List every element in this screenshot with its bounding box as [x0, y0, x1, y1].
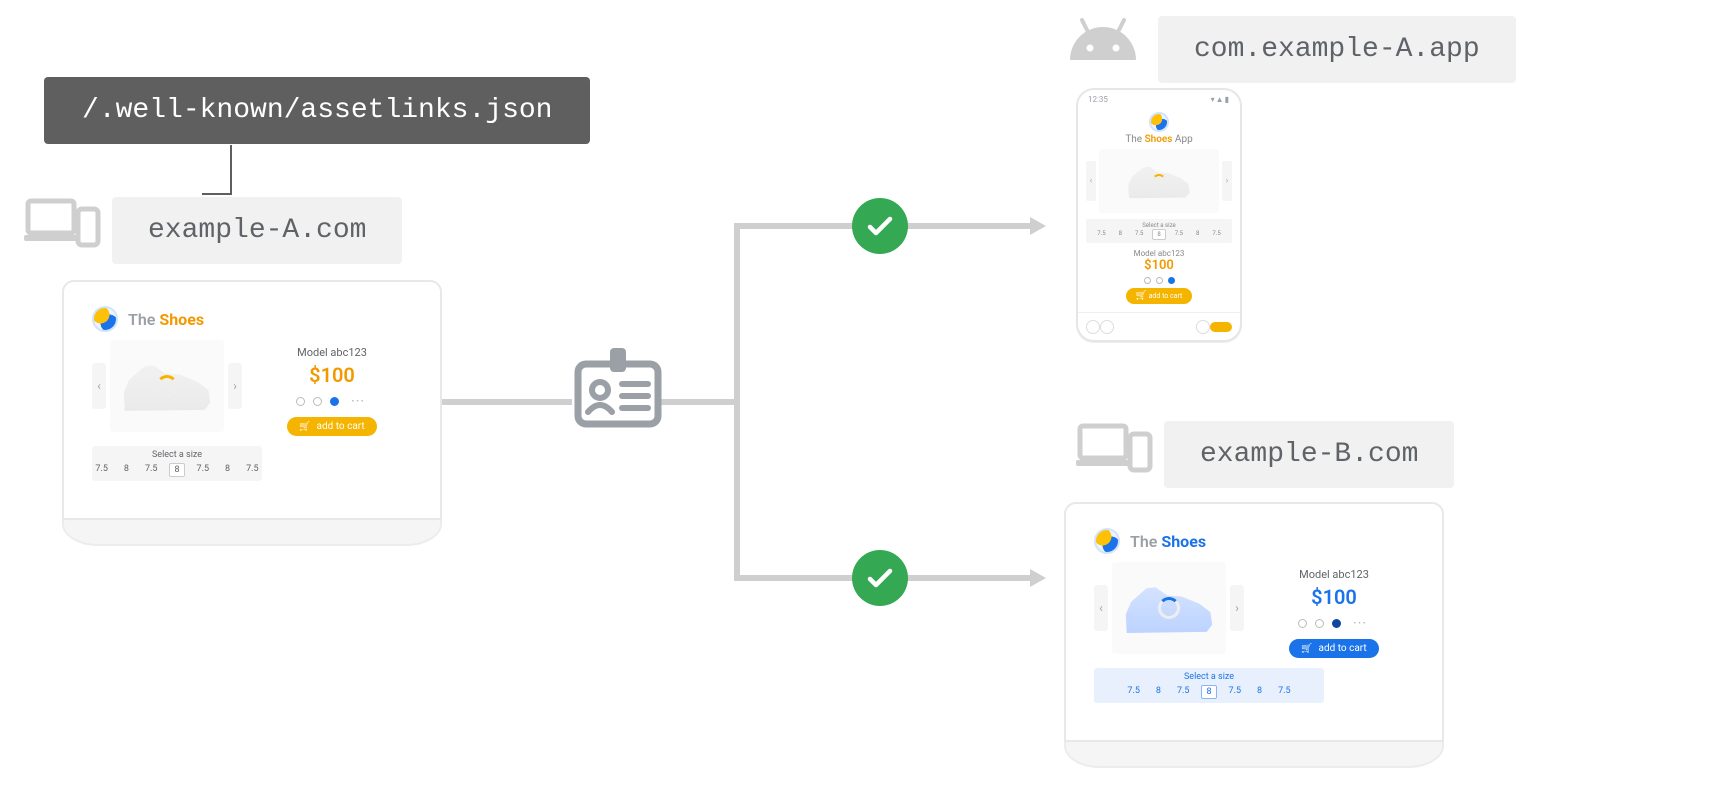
variant-dots[interactable]: ⋯	[1254, 615, 1414, 631]
loading-spinner-icon	[1158, 597, 1180, 619]
phone-bottom-nav[interactable]	[1078, 312, 1240, 340]
cart-icon	[1301, 643, 1312, 654]
product-image	[110, 340, 224, 432]
source-domain-label: example-A.com	[112, 197, 402, 264]
flow-line-trunk-right	[660, 399, 740, 405]
brand-logo-icon	[1094, 528, 1120, 554]
product-image	[1099, 149, 1219, 213]
product-image	[1112, 562, 1226, 654]
product-model: Model abc123	[1254, 568, 1414, 581]
check-icon-app	[852, 198, 908, 254]
app-title: The Shoes App	[1086, 134, 1232, 145]
add-to-cart-button[interactable]: add to cart	[1289, 639, 1379, 658]
nav-orders-icon[interactable]	[1196, 320, 1210, 334]
arrowhead-upper	[1030, 217, 1046, 235]
product-price: $100	[1254, 585, 1414, 609]
app-package-label: com.example-A.app	[1158, 16, 1516, 83]
check-icon-web	[852, 550, 908, 606]
cart-icon	[1136, 292, 1147, 300]
connector-assetlinks-vertical	[230, 145, 232, 195]
add-to-cart-button[interactable]: add to cart	[287, 417, 377, 436]
cart-icon	[299, 421, 310, 432]
carousel-next[interactable]: ›	[1222, 161, 1232, 201]
product-price: $100	[252, 363, 412, 387]
assetlinks-path-label: /.well-known/assetlinks.json	[44, 77, 590, 144]
flow-line-trunk-left	[442, 399, 572, 405]
id-badge-icon	[570, 340, 666, 440]
brand-name: The Shoes	[128, 310, 204, 329]
nav-search-icon[interactable]	[1100, 320, 1114, 334]
android-icon	[1066, 18, 1140, 68]
carousel-prev[interactable]: ‹	[1094, 585, 1108, 631]
phone-status-bar: 12:35 ▾▲▮	[1078, 90, 1240, 108]
target-laptop-mock: The Shoes ‹ › Model abc123 $100	[1064, 502, 1444, 768]
add-to-cart-button[interactable]: add to cart	[1126, 288, 1192, 304]
size-selector[interactable]: Select a size 7.5 8 7.5 8 7.5 8 7.5	[92, 446, 262, 481]
size-selector[interactable]: Select a size 7.5 8 7.5 8 7.5 8 7.5	[1086, 219, 1232, 243]
carousel-prev[interactable]: ‹	[1086, 161, 1096, 201]
loading-spinner-icon	[1152, 174, 1166, 188]
variant-dots[interactable]	[1086, 277, 1232, 284]
flow-line-vertical-split	[734, 223, 740, 581]
product-model: Model abc123	[252, 346, 412, 359]
source-laptop-mock: The Shoes ‹ › Model abc123 $100	[62, 280, 442, 546]
connector-assetlinks-horizontal	[202, 193, 232, 195]
carousel-next[interactable]: ›	[228, 363, 242, 409]
devices-icon-target	[1076, 420, 1154, 474]
target-phone-mock: 12:35 ▾▲▮ The Shoes App ‹ › Select a siz…	[1076, 88, 1242, 342]
carousel-prev[interactable]: ‹	[92, 363, 106, 409]
carousel-next[interactable]: ›	[1230, 585, 1244, 631]
brand-logo-icon	[92, 306, 118, 332]
loading-spinner-icon	[156, 375, 178, 397]
brand-logo-icon	[1149, 112, 1169, 132]
variant-dots[interactable]: ⋯	[252, 393, 412, 409]
size-selector[interactable]: Select a size 7.5 8 7.5 8 7.5 8 7.5	[1094, 668, 1324, 703]
brand-name: The Shoes	[1130, 532, 1206, 551]
product-model: Model abc123	[1086, 249, 1232, 258]
nav-home-icon[interactable]	[1086, 320, 1100, 334]
devices-icon-source	[24, 195, 102, 249]
product-price: $100	[1086, 258, 1232, 273]
nav-account-icon[interactable]	[1210, 322, 1232, 332]
target-domain-label: example-B.com	[1164, 421, 1454, 488]
arrowhead-lower	[1030, 569, 1046, 587]
